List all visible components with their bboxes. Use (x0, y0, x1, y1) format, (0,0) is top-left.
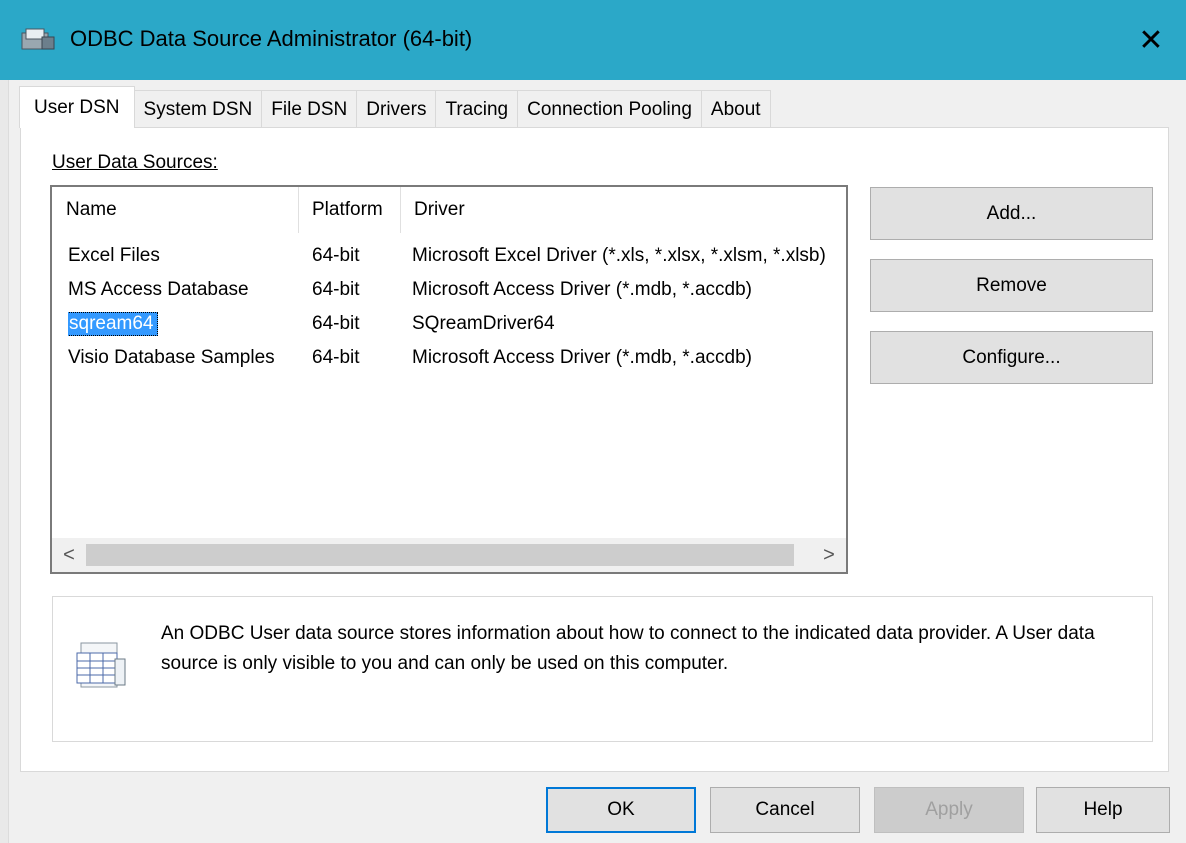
add-button-label: Add... (986, 202, 1037, 224)
selected-name: sqream64 (68, 312, 158, 336)
row-name: Excel Files (68, 245, 160, 266)
row-driver: Microsoft Access Driver (*.mdb, *.accdb) (412, 279, 752, 300)
user-data-sources-label: User Data Sources: (52, 152, 218, 174)
tab-system-dsn[interactable]: System DSN (133, 90, 263, 128)
list-rows: Excel Files 64-bit Microsoft Excel Drive… (52, 239, 846, 375)
tab-about[interactable]: About (700, 90, 771, 128)
row-platform: 64-bit (312, 279, 360, 300)
window-title: ODBC Data Source Administrator (64-bit) (70, 26, 473, 51)
tab-connection-pooling[interactable]: Connection Pooling (517, 90, 702, 128)
tab-strip: User DSN System DSN File DSN Drivers Tra… (19, 86, 771, 128)
remove-button-label: Remove (976, 274, 1047, 296)
title-bar: ODBC Data Source Administrator (64-bit) … (0, 0, 1186, 80)
ok-button[interactable]: OK (546, 787, 696, 833)
column-header-name[interactable]: Name (52, 187, 298, 233)
row-name: Visio Database Samples (68, 347, 275, 368)
tab-drivers[interactable]: Drivers (356, 90, 437, 128)
info-box: An ODBC User data source stores informat… (52, 596, 1153, 742)
column-header-platform[interactable]: Platform (298, 187, 400, 233)
horizontal-scrollbar[interactable]: < > (52, 538, 846, 572)
list-row-selected[interactable]: sqream64 64-bit SQreamDriver64 (52, 307, 846, 341)
list-header: Name Platform Driver (52, 187, 846, 233)
row-driver: Microsoft Excel Driver (*.xls, *.xlsx, *… (412, 245, 826, 266)
close-icon[interactable]: ✕ (1116, 0, 1186, 80)
tab-user-dsn[interactable]: User DSN (19, 86, 135, 128)
row-name: MS Access Database (68, 279, 249, 300)
list-row[interactable]: Excel Files 64-bit Microsoft Excel Drive… (52, 239, 846, 273)
row-platform: 64-bit (312, 347, 360, 368)
user-data-sources-text: User Data Sources: (52, 152, 218, 173)
scroll-right-icon[interactable]: > (812, 538, 846, 572)
tab-file-dsn[interactable]: File DSN (261, 90, 358, 128)
remove-button[interactable]: Remove (870, 259, 1153, 312)
column-header-driver[interactable]: Driver (400, 187, 846, 233)
info-text: An ODBC User data source stores informat… (161, 623, 1095, 674)
list-row[interactable]: MS Access Database 64-bit Microsoft Acce… (52, 273, 846, 307)
help-button[interactable]: Help (1036, 787, 1170, 833)
data-sources-list[interactable]: Name Platform Driver Excel Files 64-bit … (50, 185, 848, 574)
tab-tracing[interactable]: Tracing (435, 90, 519, 128)
row-driver: Microsoft Access Driver (*.mdb, *.accdb) (412, 347, 752, 368)
row-platform: 64-bit (312, 313, 360, 334)
row-driver: SQreamDriver64 (412, 313, 555, 334)
odbc-app-icon (21, 28, 55, 50)
cancel-button[interactable]: Cancel (710, 787, 860, 833)
scrollbar-thumb[interactable] (86, 544, 794, 566)
window-left-edge (0, 80, 9, 843)
data-source-icon (76, 642, 126, 688)
scroll-left-icon[interactable]: < (52, 538, 86, 572)
list-row[interactable]: Visio Database Samples 64-bit Microsoft … (52, 341, 846, 375)
configure-button-label: Configure... (962, 346, 1061, 368)
apply-button[interactable]: Apply (874, 787, 1024, 833)
add-button[interactable]: Add... (870, 187, 1153, 240)
configure-button[interactable]: Configure... (870, 331, 1153, 384)
row-platform: 64-bit (312, 245, 360, 266)
row-name: sqream64 (68, 307, 300, 341)
